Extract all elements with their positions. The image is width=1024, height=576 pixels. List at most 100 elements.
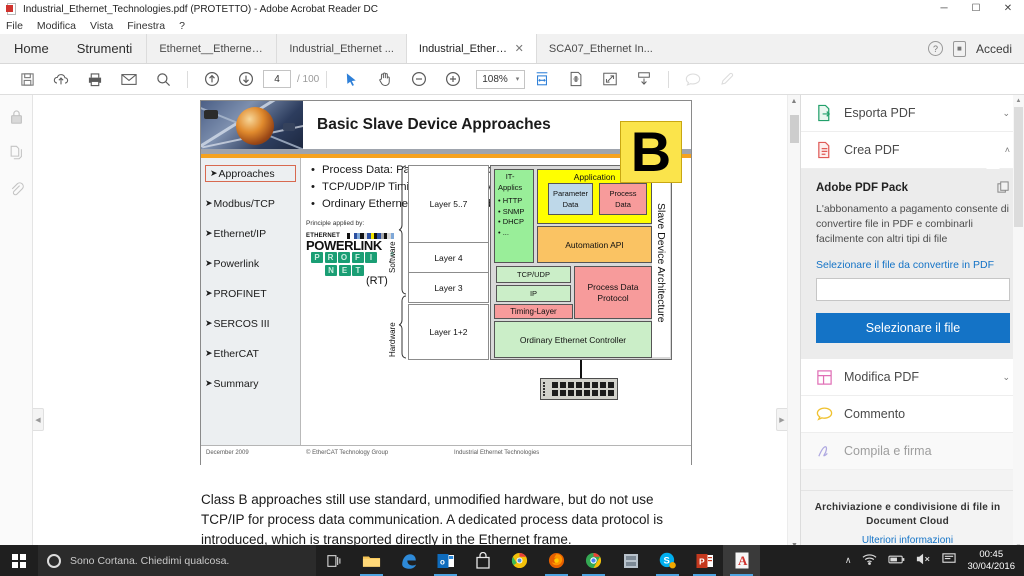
notification-icon[interactable] bbox=[942, 552, 957, 570]
scrollbar-thumb[interactable] bbox=[1014, 107, 1023, 227]
chevron-down-icon[interactable]: ⌄ bbox=[1002, 372, 1010, 383]
taskbar-clock[interactable]: 00:45 30/04/2016 bbox=[967, 549, 1015, 573]
scroll-up-arrow-icon[interactable]: ▲ bbox=[1013, 95, 1024, 106]
slide-body: ➤ Approaches ➤ Modbus/TCP ➤ Ethernet/IP bbox=[201, 158, 691, 466]
help-icon[interactable]: ? bbox=[927, 41, 943, 56]
toolbar-divider-1 bbox=[187, 70, 188, 88]
document-tab-3-active[interactable]: Industrial_Ethernet... ✕ bbox=[405, 34, 536, 63]
edge-icon[interactable] bbox=[390, 545, 427, 576]
tab-bar: Home Strumenti Ethernet__Ethernet ... In… bbox=[0, 34, 1024, 64]
comment-icon[interactable] bbox=[676, 66, 710, 92]
export-pdf-icon bbox=[816, 104, 835, 122]
next-page-icon[interactable] bbox=[229, 66, 263, 92]
tab-home[interactable]: Home bbox=[0, 34, 63, 63]
powerpoint-icon[interactable]: P bbox=[686, 545, 723, 576]
hand-icon[interactable] bbox=[368, 66, 402, 92]
sign-in-button[interactable]: Accedi bbox=[976, 42, 1012, 56]
select-file-link[interactable]: Selezionare il file da convertire in PDF bbox=[816, 259, 1010, 271]
menu-item-vista[interactable]: Vista bbox=[90, 20, 113, 32]
document-pane[interactable]: Basic Slave Device Approaches B ➤ Approa… bbox=[33, 95, 800, 552]
menu-item-finestra[interactable]: Finestra bbox=[127, 20, 165, 32]
fullscreen-icon[interactable] bbox=[593, 66, 627, 92]
upload-cloud-icon[interactable] bbox=[44, 66, 78, 92]
menu-item-file[interactable]: File bbox=[6, 20, 23, 32]
tab-strumenti[interactable]: Strumenti bbox=[63, 34, 147, 63]
document-scrollbar[interactable]: ▲ ▼ bbox=[787, 95, 800, 552]
pages-thumbnail-icon[interactable] bbox=[9, 145, 24, 166]
window-title: Industrial_Ethernet_Technologies.pdf (PR… bbox=[23, 3, 378, 15]
wifi-icon[interactable] bbox=[862, 552, 877, 570]
search-icon[interactable] bbox=[146, 66, 180, 92]
scroll-up-arrow-icon[interactable]: ▲ bbox=[788, 95, 800, 108]
document-tab-1[interactable]: Ethernet__Ethernet ... bbox=[146, 34, 276, 63]
edit-pdf-icon bbox=[816, 369, 835, 386]
zoom-in-icon[interactable] bbox=[436, 66, 470, 92]
zoom-level-select[interactable]: 108% ▾ bbox=[476, 69, 526, 89]
profinet-letter: N bbox=[325, 264, 337, 276]
collapse-left-rail-handle[interactable]: ◀ bbox=[33, 408, 44, 431]
volume-mute-icon[interactable] bbox=[916, 552, 931, 570]
app-icon[interactable] bbox=[612, 545, 649, 576]
collapse-right-panel-handle[interactable]: ▶ bbox=[776, 408, 787, 431]
scrollbar-thumb[interactable] bbox=[790, 115, 799, 143]
chrome-alt-icon[interactable] bbox=[501, 545, 538, 576]
highlight-pen-icon[interactable] bbox=[710, 66, 744, 92]
page-number-input[interactable]: 4 bbox=[263, 70, 291, 88]
outlook-icon[interactable]: o bbox=[427, 545, 464, 576]
chevron-down-icon[interactable]: ⌄ bbox=[1002, 108, 1010, 119]
chrome-icon[interactable] bbox=[575, 545, 612, 576]
panel-item-commento[interactable]: Commento bbox=[801, 396, 1024, 433]
cursor-icon[interactable] bbox=[334, 66, 368, 92]
acrobat-reader-icon[interactable]: A bbox=[723, 545, 760, 576]
menu-bar: File Modifica Vista Finestra ? bbox=[0, 18, 1024, 34]
email-icon[interactable] bbox=[112, 66, 146, 92]
close-tab-icon[interactable]: ✕ bbox=[515, 42, 524, 55]
document-tab-2[interactable]: Industrial_Ethernet ... bbox=[276, 34, 406, 63]
attachment-icon[interactable] bbox=[9, 181, 24, 202]
maximize-button[interactable]: ☐ bbox=[960, 0, 992, 18]
document-tab-4[interactable]: SCA07_Ethernet In... bbox=[535, 34, 665, 63]
profinet-row-1: P R O F I ® bbox=[311, 252, 394, 263]
fit-page-icon[interactable] bbox=[559, 66, 593, 92]
zoom-out-icon[interactable] bbox=[402, 66, 436, 92]
mobile-link-icon[interactable]: ■ bbox=[952, 40, 966, 57]
slide-footer-title: Industrial Ethernet Technologies bbox=[454, 450, 540, 456]
panel-item-esporta-pdf[interactable]: Esporta PDF ⌄ bbox=[801, 95, 1024, 132]
fit-width-icon[interactable] bbox=[525, 66, 559, 92]
lock-icon[interactable] bbox=[9, 109, 24, 130]
select-file-button[interactable]: Selezionare il file bbox=[816, 313, 1010, 343]
scroll-mode-icon[interactable] bbox=[627, 66, 661, 92]
panel-item-modifica-pdf[interactable]: Modifica PDF ⌄ bbox=[801, 359, 1024, 396]
svg-text:o: o bbox=[440, 557, 445, 566]
windows-start-icon[interactable] bbox=[0, 545, 38, 576]
close-button[interactable]: ✕ bbox=[992, 0, 1024, 18]
minimize-button[interactable]: ─ bbox=[928, 0, 960, 18]
file-path-input[interactable] bbox=[816, 278, 1010, 301]
menu-item-modifica[interactable]: Modifica bbox=[37, 20, 76, 32]
adobe-pdf-pack-title: Adobe PDF Pack bbox=[816, 182, 909, 194]
right-panel-scrollbar[interactable]: ▲ ▼ bbox=[1013, 95, 1024, 552]
chevron-up-icon[interactable]: ˄ bbox=[1005, 145, 1010, 155]
store-icon[interactable] bbox=[464, 545, 501, 576]
toolbar-divider-2 bbox=[326, 70, 328, 88]
panel-item-compila-e-firma[interactable]: Compila e firma bbox=[801, 433, 1024, 470]
previous-page-icon[interactable] bbox=[195, 66, 229, 92]
battery-icon[interactable] bbox=[888, 552, 905, 570]
cortana-search-box[interactable]: Sono Cortana. Chiedimi qualcosa. bbox=[38, 545, 316, 576]
ethernet-switch-icon bbox=[540, 378, 618, 400]
firefox-icon[interactable] bbox=[538, 545, 575, 576]
save-icon[interactable] bbox=[10, 66, 44, 92]
tray-expand-chevron-icon[interactable]: ∧ bbox=[845, 555, 852, 566]
layer-1-2: Layer 1+2 bbox=[408, 304, 489, 360]
print-icon[interactable] bbox=[78, 66, 112, 92]
copy-icon[interactable] bbox=[997, 181, 1010, 199]
menu-item-help[interactable]: ? bbox=[179, 20, 185, 32]
task-view-icon[interactable] bbox=[316, 545, 353, 576]
skype-icon[interactable]: S bbox=[649, 545, 686, 576]
file-explorer-icon[interactable] bbox=[353, 545, 390, 576]
document-paragraph: Class B approaches still use standard, u… bbox=[201, 492, 663, 547]
stack-braces: Software Hardware bbox=[386, 165, 408, 360]
parameter-data-line1: Parameter bbox=[552, 189, 588, 198]
profinet-letter: R bbox=[324, 252, 337, 263]
tcp-udp-block: TCP/UDP bbox=[496, 266, 571, 283]
